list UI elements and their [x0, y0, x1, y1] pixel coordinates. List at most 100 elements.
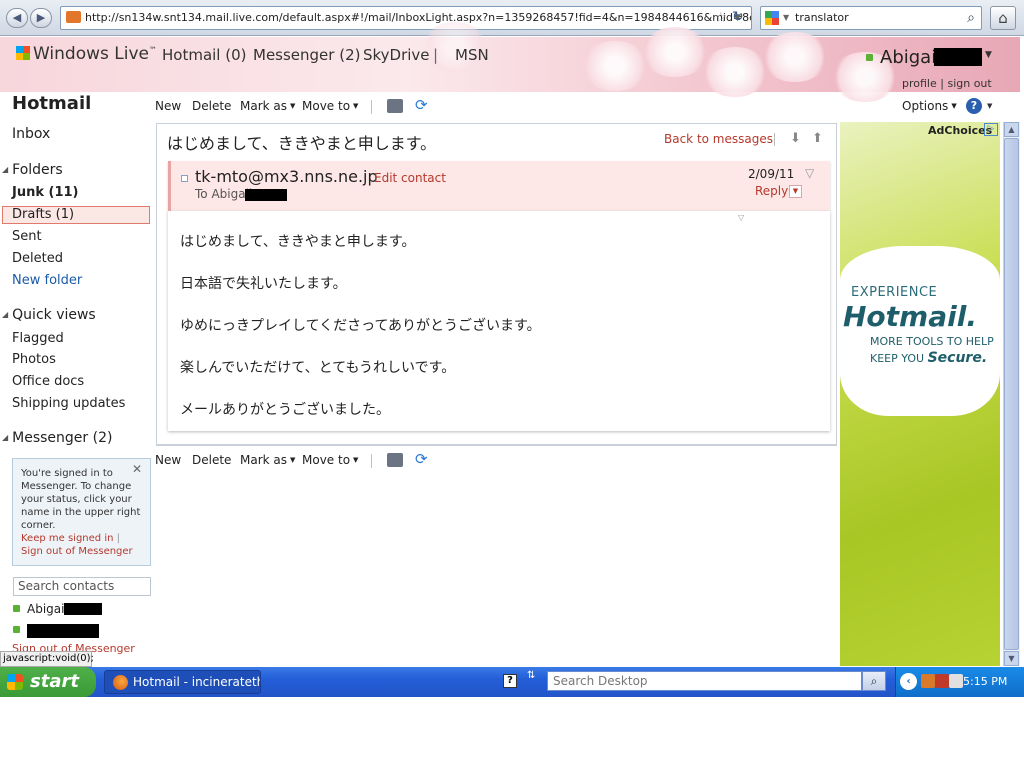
online-status-icon [13, 626, 20, 633]
messenger-heading[interactable]: ◢ Messenger (2) [2, 430, 112, 446]
keep-signed-in-link[interactable]: Keep me signed in [21, 533, 113, 544]
scroll-up-icon[interactable]: ▲ [1004, 122, 1019, 137]
scroll-thumb[interactable] [1004, 138, 1019, 650]
move-to-button[interactable]: Move to ▼ [302, 99, 358, 113]
sign-out-messenger-link[interactable]: Sign out of Messenger [21, 546, 133, 557]
windows-flag-icon [16, 46, 30, 60]
chevron-down-icon: ▼ [290, 456, 296, 464]
home-icon[interactable]: ⌂ [990, 6, 1016, 30]
new-button[interactable]: New [155, 99, 181, 113]
nav-skydrive[interactable]: SkyDrive [363, 46, 430, 64]
redacted-name [934, 48, 982, 66]
browser-search-input[interactable]: ▼ translator ⌕ [760, 6, 982, 30]
sender-address[interactable]: tk-mto@mx3.nns.ne.jp [195, 167, 378, 186]
back-arrow-icon[interactable]: ◀ [6, 8, 28, 28]
tray-expand-icon[interactable]: ‹ [900, 673, 917, 690]
back-to-messages-link[interactable]: Back to messages [664, 132, 773, 146]
security-shield-icon[interactable] [935, 674, 949, 688]
desktop-search-input[interactable]: Search Desktop [547, 671, 862, 691]
next-message-arrow-icon[interactable]: ⬇ [790, 131, 801, 146]
print-icon[interactable] [387, 99, 403, 113]
messenger-info-box: ✕ You're signed in to Messenger. To chan… [12, 458, 151, 566]
options-menu[interactable]: Options ▼ [902, 99, 957, 113]
previous-message-arrow-icon[interactable]: ⬆ [812, 131, 823, 146]
nav-messenger[interactable]: Messenger (2) [253, 46, 360, 64]
online-status-icon [13, 605, 20, 612]
refresh-icon[interactable]: ⟳ [415, 450, 428, 468]
quickviews-heading[interactable]: ◢ Quick views [2, 307, 96, 323]
body-line: はじめまして、ききやまと申します。 [180, 234, 416, 250]
taskbar-item-firefox[interactable]: Hotmail - incinerateth... [104, 670, 261, 694]
refresh-icon[interactable]: ⟳ [415, 96, 428, 114]
mark-as-button[interactable]: Mark as ▼ [240, 453, 295, 467]
message-body: はじめまして、ききやまと申します。 日本語で失礼いたします。 ゆめにっきプレイし… [168, 211, 830, 431]
divider [774, 133, 775, 146]
online-status-icon [866, 54, 873, 61]
redacted-contact[interactable] [27, 624, 99, 638]
sidebar-item-drafts[interactable]: Drafts (1) [12, 207, 74, 222]
toolbar-divider [371, 454, 372, 468]
help-icon[interactable]: ? [966, 98, 982, 114]
sidebar-item-inbox[interactable]: Inbox [12, 126, 50, 142]
message-subject: はじめまして、ききやまと申します。 [167, 134, 437, 153]
toolbar-divider [371, 100, 372, 114]
user-name-menu[interactable]: Abigail [880, 47, 941, 68]
user-dropdown-icon[interactable]: ▼ [985, 50, 992, 60]
bookmark-star-icon[interactable]: ☆ [714, 7, 727, 29]
reload-icon[interactable]: ↻ [732, 9, 744, 25]
forward-arrow-icon[interactable]: ▶ [30, 8, 52, 28]
body-line: 楽しんでいただけて、とてもうれしいです。 [180, 360, 456, 376]
chevron-down-icon: ▼ [290, 102, 296, 110]
google-engine-icon[interactable] [765, 11, 779, 25]
print-icon[interactable] [387, 453, 403, 467]
body-line: ゆめにっきプレイしてくださってありがとうございます。 [180, 318, 541, 334]
favicon-mail-icon [66, 11, 81, 23]
delete-button[interactable]: Delete [192, 453, 231, 467]
chevron-down-icon: ▼ [353, 102, 359, 110]
nav-msn[interactable]: MSN [455, 46, 489, 64]
windows-live-logo[interactable]: Windows Live™ [16, 44, 157, 64]
nav-hotmail[interactable]: Hotmail (0) [162, 46, 247, 64]
windows-logo-icon [7, 674, 23, 690]
body-line: メールありがとうございました。 [180, 402, 390, 418]
search-contacts-input[interactable]: Search contacts [13, 577, 151, 596]
sidebar-item-deleted[interactable]: Deleted [12, 251, 63, 266]
reply-dropdown-icon[interactable]: ▼ [789, 185, 802, 198]
sidebar-item-shipping-updates[interactable]: Shipping updates [12, 396, 125, 411]
tray-app-icon[interactable] [921, 674, 935, 688]
adchoices-link[interactable]: AdChoices [928, 124, 992, 137]
redacted-name [245, 189, 287, 201]
address-bar[interactable]: http://sn134w.snt134.mail.live.com/defau… [60, 6, 752, 30]
sign-out-link[interactable]: sign out [947, 77, 991, 90]
flag-icon[interactable]: ▽ [805, 166, 814, 180]
language-bar-icon[interactable]: ⇅ [527, 670, 535, 681]
help-icon[interactable]: ? [503, 674, 517, 688]
sidebar-item-photos[interactable]: Photos [12, 352, 56, 367]
sidebar-item-office-docs[interactable]: Office docs [12, 374, 84, 389]
sidebar-item-flagged[interactable]: Flagged [12, 331, 64, 346]
help-dropdown-icon[interactable]: ▼ [987, 102, 992, 110]
sidebar-item-junk[interactable]: Junk (11) [12, 185, 79, 200]
search-icon[interactable]: ⌕ [862, 671, 886, 691]
delete-button[interactable]: Delete [192, 99, 231, 113]
engine-dropdown-icon[interactable]: ▼ [783, 7, 789, 29]
profile-link[interactable]: profile [902, 77, 937, 90]
scroll-down-icon[interactable]: ▼ [1004, 651, 1019, 666]
move-to-button[interactable]: Move to ▼ [302, 453, 358, 467]
adchoices-icon[interactable]: ▷ [984, 123, 998, 136]
mark-as-button[interactable]: Mark as ▼ [240, 99, 295, 113]
volume-icon[interactable] [949, 674, 963, 688]
close-icon[interactable]: ✕ [132, 463, 142, 476]
contact-item[interactable]: Abigail [27, 602, 68, 616]
new-folder-link[interactable]: New folder [12, 273, 82, 288]
new-button[interactable]: New [155, 453, 181, 467]
sidebar-item-sent[interactable]: Sent [12, 229, 42, 244]
edit-contact-link[interactable]: Edit contact [374, 171, 446, 185]
recipient-line: To Abigail [195, 187, 253, 201]
search-icon[interactable]: ⌕ [967, 7, 975, 29]
advertisement[interactable] [840, 122, 1000, 666]
reply-button[interactable]: Reply [755, 184, 788, 198]
folders-heading[interactable]: ◢ Folders [2, 162, 63, 178]
start-button[interactable]: start [0, 667, 96, 697]
expand-triangle-icon[interactable]: ▽ [738, 213, 744, 222]
